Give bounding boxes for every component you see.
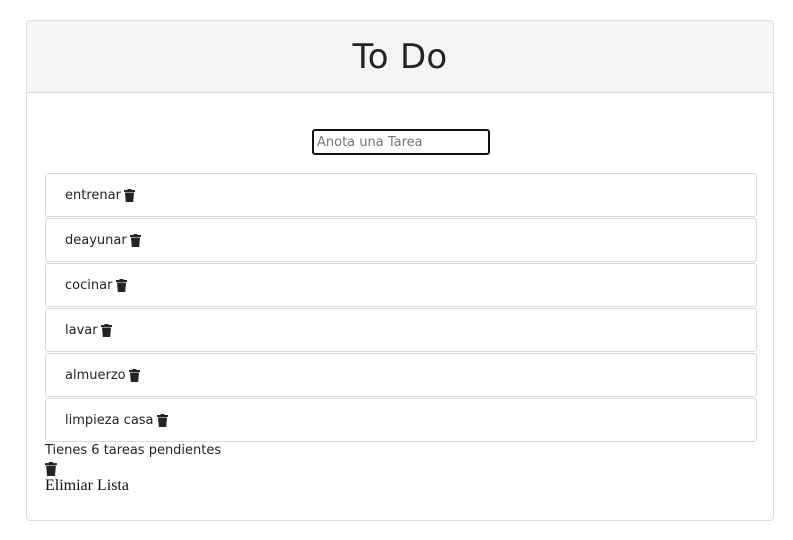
page-title: To Do [352,36,448,77]
todo-card: To Do entrenar deayunar cocinar lavar [26,20,774,521]
trash-icon[interactable] [124,188,136,202]
task-item: limpieza casa [45,398,757,442]
trash-icon[interactable] [129,368,141,382]
trash-icon[interactable] [101,323,113,337]
trash-icon[interactable] [45,461,58,476]
clear-list-button[interactable]: Elimiar Lista [45,477,129,495]
task-label: almuerzo [65,367,126,383]
task-label: deayunar [65,232,127,248]
pending-count: Tienes 6 tareas pendientes [45,443,222,458]
task-item: lavar [45,308,757,352]
trash-icon[interactable] [157,413,169,427]
task-label: cocinar [65,277,113,293]
task-item: entrenar [45,173,757,217]
trash-icon[interactable] [130,233,142,247]
task-list: entrenar deayunar cocinar lavar almuerzo [45,173,757,443]
task-input[interactable] [312,129,490,155]
task-item: deayunar [45,218,757,262]
task-label: limpieza casa [65,412,154,428]
task-label: entrenar [65,187,121,203]
task-label: lavar [65,322,98,338]
card-header: To Do [27,21,773,93]
task-item: cocinar [45,263,757,307]
trash-icon[interactable] [115,278,127,292]
task-item: almuerzo [45,353,757,397]
